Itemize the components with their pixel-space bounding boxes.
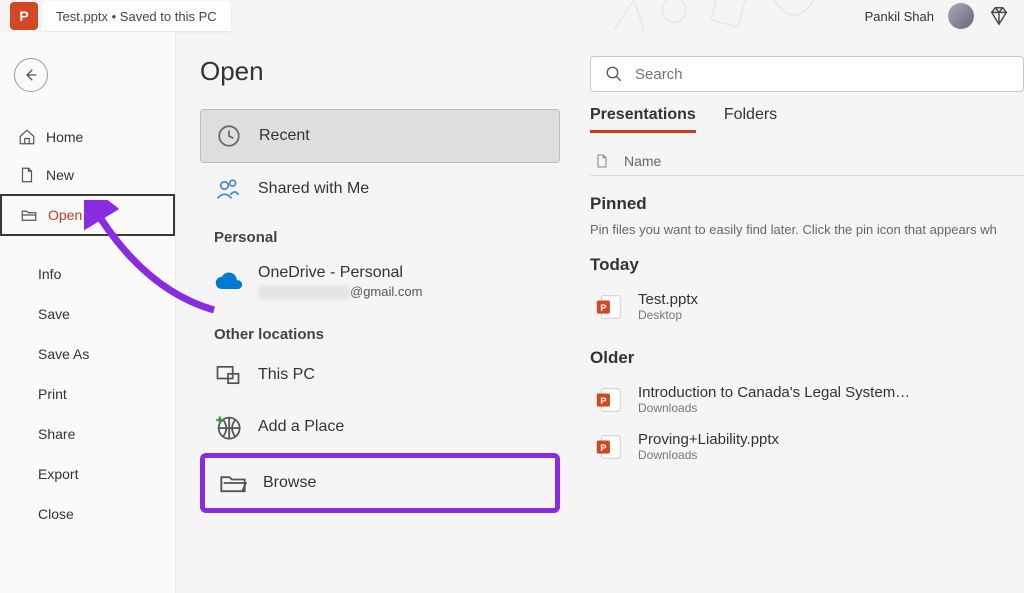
clock-icon xyxy=(215,122,243,150)
tab-presentations[interactable]: Presentations xyxy=(590,106,696,133)
back-button[interactable] xyxy=(14,58,48,92)
location-this-pc[interactable]: This PC xyxy=(200,349,560,401)
group-today: Today xyxy=(590,255,1024,275)
location-browse[interactable]: Browse xyxy=(211,461,549,505)
home-icon xyxy=(18,128,36,146)
file-row[interactable]: P Proving+Liability.pptx Downloads xyxy=(590,423,1024,470)
file-location: Downloads xyxy=(638,401,910,415)
pinned-hint: Pin files you want to easily find later.… xyxy=(590,222,1024,237)
nav-share[interactable]: Share xyxy=(0,414,175,454)
username-label: Pankil Shah xyxy=(865,9,934,24)
file-name: Proving+Liability.pptx xyxy=(638,431,779,448)
premium-icon[interactable] xyxy=(988,5,1010,27)
nav-label: Home xyxy=(46,129,83,145)
nav-save[interactable]: Save xyxy=(0,294,175,334)
search-input[interactable] xyxy=(635,66,1009,83)
nav-open[interactable]: Open xyxy=(0,194,175,236)
svg-text:P: P xyxy=(600,442,606,452)
list-header: Name xyxy=(590,147,1024,176)
folder-icon xyxy=(219,469,247,497)
group-older: Older xyxy=(590,348,1024,368)
svg-text:P: P xyxy=(600,302,606,312)
nav-save-as[interactable]: Save As xyxy=(0,334,175,374)
locations-personal-header: Personal xyxy=(200,215,560,252)
search-icon xyxy=(605,65,623,83)
location-label: Shared with Me xyxy=(258,180,369,198)
onedrive-icon xyxy=(214,268,242,296)
pptx-file-icon: P xyxy=(594,385,624,415)
group-pinned: Pinned xyxy=(590,194,1024,214)
location-label: OneDrive - Personal xyxy=(258,264,422,282)
pc-icon xyxy=(214,361,242,389)
onedrive-email: @gmail.com xyxy=(258,284,422,300)
location-label: Browse xyxy=(263,474,316,492)
page-title: Open xyxy=(200,56,560,87)
people-icon xyxy=(214,175,242,203)
title-bar: P Test.pptx • Saved to this PC Pankil Sh… xyxy=(0,0,1024,32)
folder-open-icon xyxy=(20,206,38,224)
nav-home[interactable]: Home xyxy=(0,118,175,156)
browse-highlight-annotation: Browse xyxy=(200,453,560,513)
document-icon xyxy=(18,166,36,184)
location-label: Add a Place xyxy=(258,418,344,436)
nav-export[interactable]: Export xyxy=(0,454,175,494)
globe-plus-icon xyxy=(214,413,242,441)
location-onedrive[interactable]: OneDrive - Personal @gmail.com xyxy=(200,252,560,312)
location-recent[interactable]: Recent xyxy=(200,109,560,163)
column-name[interactable]: Name xyxy=(624,153,661,169)
nav-close[interactable]: Close xyxy=(0,494,175,534)
location-label: Recent xyxy=(259,127,310,145)
location-add-place[interactable]: Add a Place xyxy=(200,401,560,453)
user-avatar[interactable] xyxy=(948,3,974,29)
nav-label: New xyxy=(46,167,74,183)
file-name: Test.pptx xyxy=(638,291,698,308)
search-box[interactable] xyxy=(590,56,1024,92)
nav-print[interactable]: Print xyxy=(0,374,175,414)
backstage-sidebar: Home New Open Info Save Save As Print Sh… xyxy=(0,32,176,593)
pptx-file-icon: P xyxy=(594,292,624,322)
powerpoint-app-icon: P xyxy=(10,2,38,30)
pptx-file-icon: P xyxy=(594,432,624,462)
nav-new[interactable]: New xyxy=(0,156,175,194)
locations-other-header: Other locations xyxy=(200,312,560,349)
location-shared[interactable]: Shared with Me xyxy=(200,163,560,215)
file-row[interactable]: P Test.pptx Desktop xyxy=(590,283,1024,330)
tab-folders[interactable]: Folders xyxy=(724,106,777,133)
nav-label: Open xyxy=(48,207,82,223)
file-name: Introduction to Canada's Legal System… xyxy=(638,384,910,401)
file-location: Downloads xyxy=(638,448,779,462)
document-icon xyxy=(594,153,610,169)
file-row[interactable]: P Introduction to Canada's Legal System…… xyxy=(590,376,1024,423)
nav-info[interactable]: Info xyxy=(0,254,175,294)
arrow-left-icon xyxy=(23,67,39,83)
location-label: This PC xyxy=(258,366,315,384)
svg-text:P: P xyxy=(600,395,606,405)
file-location: Desktop xyxy=(638,308,698,322)
document-title-tab[interactable]: Test.pptx • Saved to this PC xyxy=(42,1,231,31)
